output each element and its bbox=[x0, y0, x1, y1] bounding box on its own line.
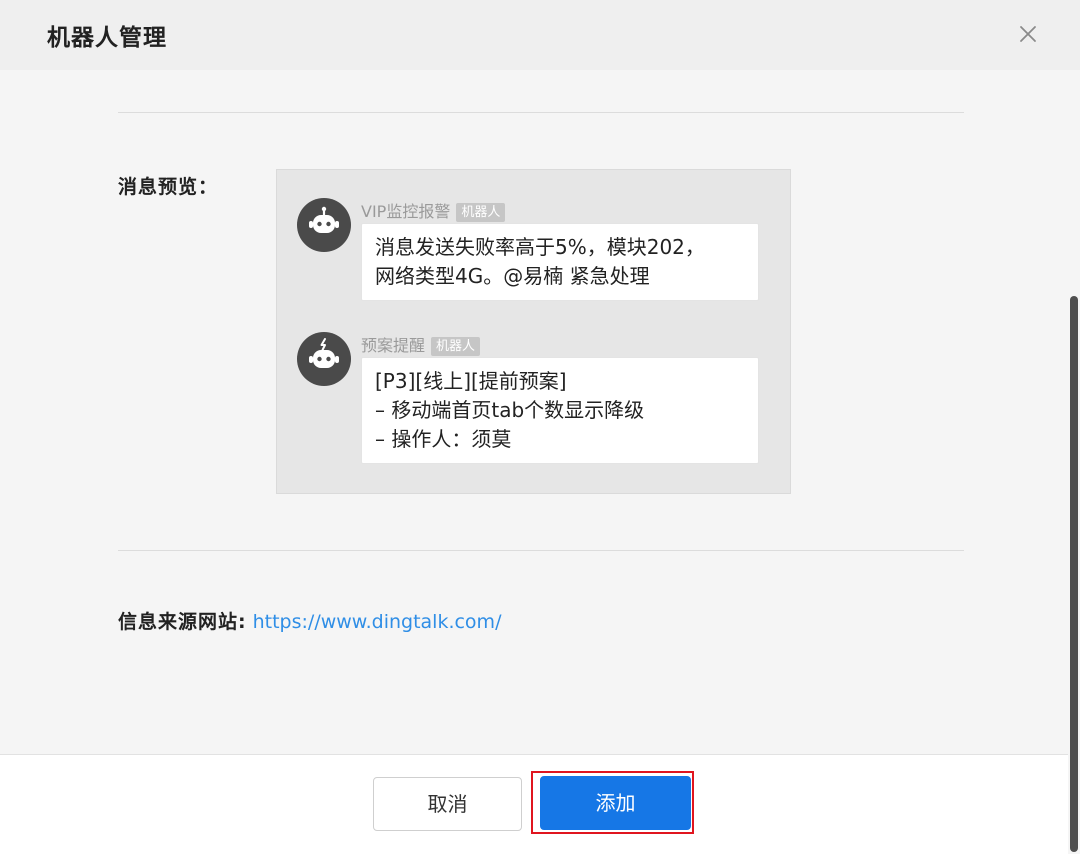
divider-bottom bbox=[118, 550, 964, 551]
preview-label: 消息预览： bbox=[118, 176, 219, 198]
source-label: 信息来源网站: bbox=[118, 611, 247, 633]
dialog-footer: 取消 添加 bbox=[0, 754, 1068, 854]
message-bubble: [P3][线上][提前预案] – 移动端首页tab个数显示降级 – 操作人：须莫 bbox=[361, 357, 759, 464]
dialog-header: 机器人管理 bbox=[0, 0, 1080, 70]
cancel-button[interactable]: 取消 bbox=[373, 777, 522, 831]
message-bubble: 消息发送失败率高于5%，模块202， 网络类型4G。@易楠 紧急处理 bbox=[361, 223, 759, 301]
source-link[interactable]: https://www.dingtalk.com/ bbox=[253, 611, 502, 633]
preview-message: VIP监控报警 机器人 消息发送失败率高于5%，模块202， 网络类型4G。@易楠… bbox=[297, 198, 767, 308]
robot-icon bbox=[297, 332, 351, 386]
message-sender: VIP监控报警 机器人 bbox=[361, 198, 506, 222]
robot-tag: 机器人 bbox=[456, 203, 506, 222]
message-preview-panel: VIP监控报警 机器人 消息发送失败率高于5%，模块202， 网络类型4G。@易楠… bbox=[276, 169, 791, 494]
sender-name: 预案提醒 bbox=[361, 336, 426, 355]
dialog-body: 消息预览： VIP监控报警机器人 消息发送失败率高于5%，模块202， 网络类 bbox=[0, 70, 1068, 754]
robot-management-dialog: 机器人管理 消息预览： VIP监控报警 机器人 消息发送失败率高于5%，模块20… bbox=[0, 0, 1080, 854]
scrollbar[interactable] bbox=[1068, 70, 1080, 854]
preview-message: 预案提醒 机器人 [P3][线上][提前预案] – 移动端首页tab个数显示降级 … bbox=[297, 332, 767, 467]
robot-icon bbox=[297, 198, 351, 252]
add-button[interactable]: 添加 bbox=[540, 776, 691, 830]
sender-name: VIP监控报警 bbox=[361, 202, 451, 221]
source-website: 信息来源网站: https://www.dingtalk.com/ bbox=[118, 607, 501, 634]
dialog-title: 机器人管理 bbox=[47, 25, 167, 51]
message-sender: 预案提醒 机器人 bbox=[361, 332, 481, 356]
robot-tag: 机器人 bbox=[431, 337, 481, 356]
divider-top bbox=[118, 112, 964, 113]
close-icon[interactable] bbox=[1013, 19, 1043, 49]
scrollbar-thumb[interactable] bbox=[1070, 296, 1078, 852]
